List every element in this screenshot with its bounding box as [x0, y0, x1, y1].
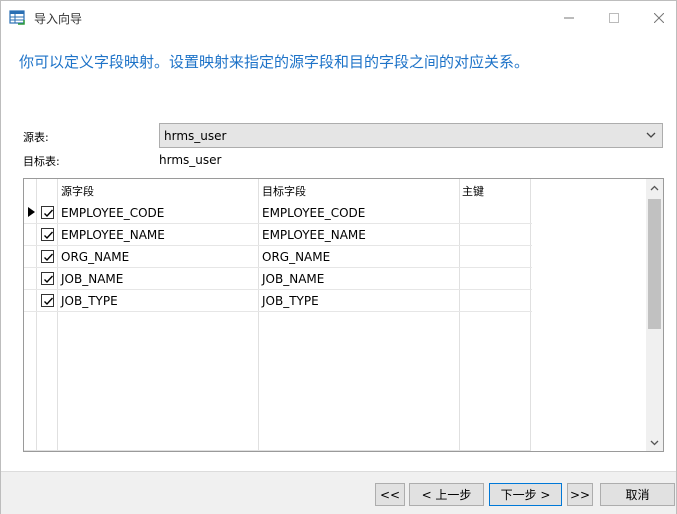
source-field-cell[interactable]: EMPLOYEE_CODE — [61, 206, 164, 220]
target-field-cell[interactable]: ORG_NAME — [262, 250, 330, 264]
table-row[interactable]: EMPLOYEE_NAME EMPLOYEE_NAME — [24, 224, 532, 246]
target-field-cell[interactable]: EMPLOYEE_CODE — [262, 206, 365, 220]
import-wizard-window: 导入向导 你可以定义字段映射。设置映射来指定的源字段和目的字段之间的对应关系。 … — [0, 0, 677, 514]
source-field-cell[interactable]: EMPLOYEE_NAME — [61, 228, 165, 242]
grid-header: 源字段 目标字段 主键 — [24, 179, 532, 202]
button-bar: << < 上一步 下一步 > >> 取消 — [1, 471, 676, 514]
page-heading: 你可以定义字段映射。设置映射来指定的源字段和目的字段之间的对应关系。 — [19, 53, 530, 71]
row-checkbox[interactable] — [41, 272, 54, 285]
next-step-button[interactable]: 下一步 > — [489, 483, 562, 506]
chevron-down-icon — [644, 128, 658, 142]
row-checkbox[interactable] — [41, 250, 54, 263]
row-checkbox[interactable] — [41, 294, 54, 307]
target-field-cell[interactable]: JOB_NAME — [262, 272, 324, 286]
target-table-label: 目标表: — [23, 155, 60, 168]
current-row-indicator — [28, 207, 35, 217]
source-field-cell[interactable]: JOB_NAME — [61, 272, 123, 286]
table-row[interactable]: EMPLOYEE_CODE EMPLOYEE_CODE — [24, 202, 532, 224]
title-bar[interactable]: 导入向导 — [1, 1, 676, 34]
vertical-scrollbar[interactable] — [646, 179, 663, 451]
chevron-up-icon — [650, 185, 659, 190]
table-row[interactable]: JOB_NAME JOB_NAME — [24, 268, 532, 290]
scrollbar-thumb[interactable] — [648, 199, 661, 329]
row-checkbox[interactable] — [41, 206, 54, 219]
table-row[interactable]: ORG_NAME ORG_NAME — [24, 246, 532, 268]
maximize-button[interactable] — [594, 1, 634, 34]
table-import-icon — [9, 9, 26, 26]
source-field-cell[interactable]: ORG_NAME — [61, 250, 129, 264]
window-title: 导入向导 — [34, 12, 83, 26]
field-mapping-grid[interactable]: 源字段 目标字段 主键 EMPLOYEE_CODE EMPLOYEE_CODE … — [23, 178, 664, 452]
row-checkbox[interactable] — [41, 228, 54, 241]
source-field-cell[interactable]: JOB_TYPE — [61, 294, 118, 308]
header-source-field: 源字段 — [61, 185, 94, 198]
header-target-field: 目标字段 — [262, 185, 306, 198]
previous-step-button[interactable]: < 上一步 — [409, 483, 484, 506]
scroll-down-arrow[interactable] — [646, 434, 663, 451]
first-step-button[interactable]: << — [375, 483, 405, 506]
minimize-icon — [564, 17, 574, 18]
source-table-value: hrms_user — [164, 129, 227, 143]
close-button[interactable] — [639, 1, 677, 34]
last-step-button[interactable]: >> — [567, 483, 593, 506]
target-field-cell[interactable]: EMPLOYEE_NAME — [262, 228, 366, 242]
source-table-select[interactable]: hrms_user — [159, 123, 663, 148]
header-primary-key: 主键 — [462, 185, 484, 198]
cancel-button[interactable]: 取消 — [600, 483, 675, 506]
table-row[interactable]: JOB_TYPE JOB_TYPE — [24, 290, 532, 312]
maximize-icon — [609, 12, 619, 23]
close-icon — [654, 12, 664, 23]
chevron-down-icon — [650, 440, 659, 445]
source-table-label: 源表: — [23, 131, 49, 144]
target-field-cell[interactable]: JOB_TYPE — [262, 294, 319, 308]
scroll-up-arrow[interactable] — [646, 179, 663, 196]
minimize-button[interactable] — [549, 1, 589, 34]
target-table-value: hrms_user — [159, 153, 222, 167]
